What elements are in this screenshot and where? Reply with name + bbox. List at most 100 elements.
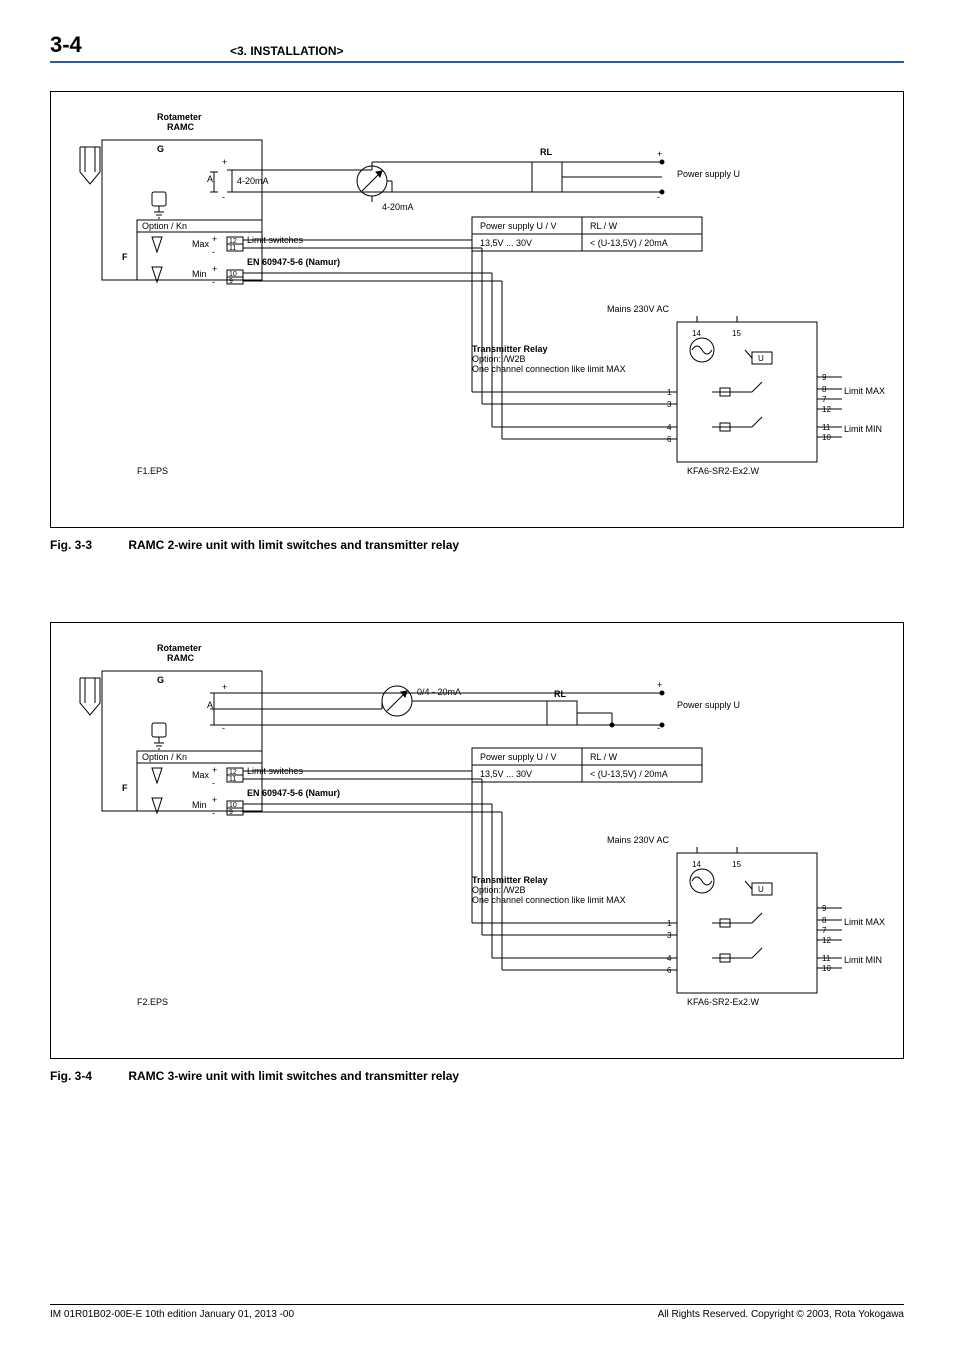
svg-text:RL / W: RL / W	[590, 221, 618, 231]
svg-text:11: 11	[229, 245, 236, 252]
svg-text:0/4 - 20mA: 0/4 - 20mA	[417, 687, 461, 697]
svg-text:15: 15	[732, 860, 741, 869]
svg-text:11: 11	[229, 776, 236, 783]
svg-text:A: A	[207, 174, 213, 184]
page-footer: IM 01R01B02-00E-E 10th edition January 0…	[50, 1304, 904, 1320]
svg-text:-: -	[657, 723, 660, 733]
svg-text:Mains 230V AC: Mains 230V AC	[607, 304, 670, 314]
figure-3-4-number: Fig. 3-4	[50, 1069, 125, 1083]
svg-text:10: 10	[229, 271, 237, 278]
svg-text:One channel connection like li: One channel connection like limit MAX	[472, 895, 626, 905]
svg-text:3: 3	[667, 400, 672, 409]
svg-text:+: +	[212, 765, 217, 775]
svg-text:10: 10	[229, 802, 237, 809]
svg-text:RAMC: RAMC	[167, 653, 194, 663]
svg-text:Rotameter: Rotameter	[157, 112, 202, 122]
svg-text:4: 4	[667, 954, 672, 963]
figure-3-4-text: RAMC 3-wire unit with limit switches and…	[128, 1069, 459, 1083]
svg-text:One channel connection like li: One channel connection like limit MAX	[472, 364, 626, 374]
svg-text:3: 3	[667, 931, 672, 940]
svg-text:Min: Min	[192, 800, 207, 810]
svg-text:14: 14	[692, 860, 701, 869]
svg-text:Min: Min	[192, 269, 207, 279]
svg-text:U: U	[758, 354, 764, 363]
svg-text:-: -	[212, 247, 215, 257]
svg-text:1: 1	[667, 919, 672, 928]
svg-text:Limit MAX: Limit MAX	[844, 917, 885, 927]
svg-text:Power supply U: Power supply U	[677, 169, 740, 179]
svg-text:-: -	[212, 778, 215, 788]
svg-text:+: +	[212, 264, 217, 274]
svg-text:4-20mA: 4-20mA	[382, 202, 414, 212]
svg-text:G: G	[157, 144, 164, 154]
svg-text:Option / Kn: Option / Kn	[142, 752, 187, 762]
svg-text:EN 60947-5-6 (Namur): EN 60947-5-6 (Namur)	[247, 257, 340, 267]
svg-text:G: G	[157, 675, 164, 685]
figure-3-3-svg: Rotameter RAMC G F + A - 4-20mA	[51, 92, 903, 527]
svg-text:Option: /W2B: Option: /W2B	[472, 885, 526, 895]
svg-text:Max: Max	[192, 770, 210, 780]
svg-text:15: 15	[732, 329, 741, 338]
svg-text:4-20mA: 4-20mA	[237, 176, 269, 186]
svg-text:F2.EPS: F2.EPS	[137, 997, 168, 1007]
svg-text:Power supply U / V: Power supply U / V	[480, 221, 557, 231]
svg-text:4: 4	[667, 423, 672, 432]
svg-text:13,5V ... 30V: 13,5V ... 30V	[480, 238, 532, 248]
svg-text:+: +	[222, 157, 227, 167]
figure-3-4-svg: Rotameter RAMC G F + A - 0/4	[51, 623, 903, 1058]
svg-text:+: +	[222, 682, 227, 692]
svg-text:9: 9	[229, 809, 233, 816]
svg-text:-: -	[212, 277, 215, 287]
svg-text:-: -	[222, 192, 225, 202]
figure-3-3-text: RAMC 2-wire unit with limit switches and…	[128, 538, 459, 552]
svg-text:Mains 230V AC: Mains 230V AC	[607, 835, 670, 845]
svg-text:6: 6	[667, 435, 672, 444]
svg-text:Power supply U: Power supply U	[677, 700, 740, 710]
svg-text:< (U-13,5V) / 20mA: < (U-13,5V) / 20mA	[590, 238, 668, 248]
svg-text:Transmitter Relay: Transmitter Relay	[472, 875, 548, 885]
svg-text:KFA6-SR2-Ex2.W: KFA6-SR2-Ex2.W	[687, 997, 760, 1007]
page-header: 3-4 <3. INSTALLATION>	[50, 32, 904, 63]
footer-right: All Rights Reserved. Copyright © 2003, R…	[658, 1309, 904, 1320]
svg-text:RL: RL	[554, 689, 566, 699]
svg-text:13,5V ... 30V: 13,5V ... 30V	[480, 769, 532, 779]
svg-text:+: +	[212, 795, 217, 805]
svg-text:Limit MIN: Limit MIN	[844, 424, 882, 434]
svg-text:F: F	[122, 252, 128, 262]
svg-text:Limit MIN: Limit MIN	[844, 955, 882, 965]
svg-text:1: 1	[667, 388, 672, 397]
svg-text:Rotameter: Rotameter	[157, 643, 202, 653]
svg-text:Option: /W2B: Option: /W2B	[472, 354, 526, 364]
svg-text:F: F	[122, 783, 128, 793]
figure-3-3-number: Fig. 3-3	[50, 538, 125, 552]
svg-text:Power supply U / V: Power supply U / V	[480, 752, 557, 762]
svg-text:< (U-13,5V) / 20mA: < (U-13,5V) / 20mA	[590, 769, 668, 779]
figure-3-3-caption: Fig. 3-3 RAMC 2-wire unit with limit swi…	[50, 538, 904, 552]
svg-text:12: 12	[229, 769, 237, 776]
svg-text:Transmitter Relay: Transmitter Relay	[472, 344, 548, 354]
svg-text:Option / Kn: Option / Kn	[142, 221, 187, 231]
svg-text:-: -	[657, 192, 660, 202]
figure-3-3: Rotameter RAMC G F + A - 4-20mA	[50, 91, 904, 528]
svg-text:RAMC: RAMC	[167, 122, 194, 132]
svg-text:Max: Max	[192, 239, 210, 249]
svg-text:Limit MAX: Limit MAX	[844, 386, 885, 396]
svg-text:9: 9	[229, 278, 233, 285]
svg-text:KFA6-SR2-Ex2.W: KFA6-SR2-Ex2.W	[687, 466, 760, 476]
svg-text:+: +	[657, 680, 662, 690]
svg-text:14: 14	[692, 329, 701, 338]
figure-3-4: Rotameter RAMC G F + A - 0/4	[50, 622, 904, 1059]
svg-text:F1.EPS: F1.EPS	[137, 466, 168, 476]
svg-text:-: -	[212, 808, 215, 818]
svg-text:+: +	[657, 149, 662, 159]
svg-text:RL / W: RL / W	[590, 752, 618, 762]
page-number: 3-4	[50, 32, 180, 58]
svg-text:12: 12	[229, 238, 237, 245]
svg-text:EN 60947-5-6 (Namur): EN 60947-5-6 (Namur)	[247, 788, 340, 798]
page: 3-4 <3. INSTALLATION> Rotameter RAMC G F…	[0, 0, 954, 1350]
svg-text:RL: RL	[540, 147, 552, 157]
figure-3-4-caption: Fig. 3-4 RAMC 3-wire unit with limit swi…	[50, 1069, 904, 1083]
svg-text:6: 6	[667, 966, 672, 975]
svg-text:+: +	[212, 234, 217, 244]
section-title: <3. INSTALLATION>	[230, 44, 344, 58]
